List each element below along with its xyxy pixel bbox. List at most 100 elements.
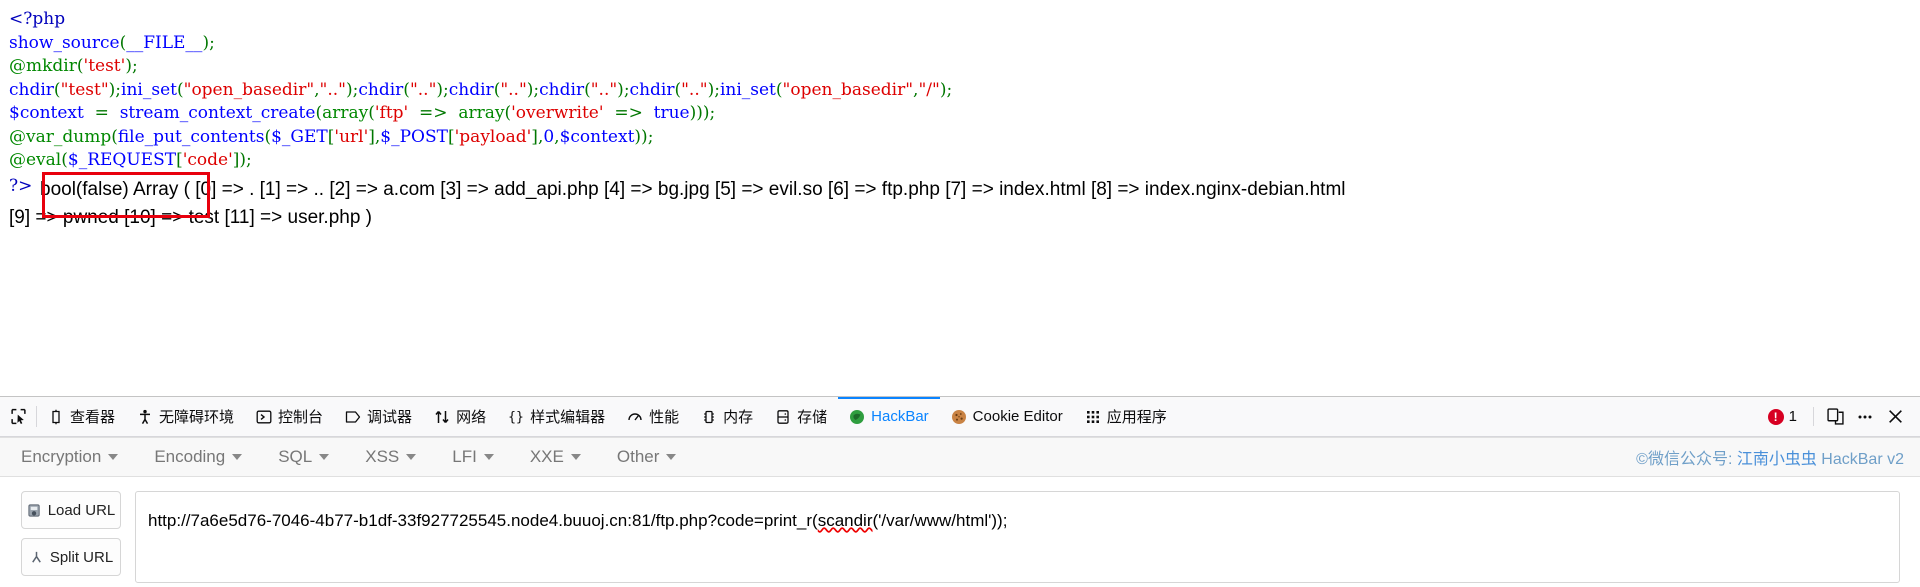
code-token: $_REQUEST — [67, 150, 177, 170]
devtools-tab-样式编辑器[interactable]: {} 样式编辑器 — [497, 397, 616, 436]
code-token: chdir — [629, 79, 675, 100]
code-token: chdir — [448, 79, 494, 100]
devtools-tab-label: 内存 — [723, 409, 754, 426]
url-text-prefix: http://7a6e5d76-7046-4b77-b1df-33f927725… — [148, 511, 818, 530]
chevron-down-icon — [570, 454, 581, 460]
error-count-button[interactable]: ! 1 — [1758, 408, 1807, 425]
load-url-button[interactable]: Load URL — [21, 491, 121, 529]
hackbar-menu-sql[interactable]: SQL — [278, 447, 330, 467]
devtools-tab-控制台[interactable]: 控制台 — [245, 397, 334, 436]
hackbar-menu-other[interactable]: Other — [617, 447, 677, 467]
chevron-down-icon — [232, 454, 243, 460]
load-url-icon — [27, 503, 42, 518]
hackbar-menu-label: XXE — [529, 447, 564, 466]
devtools-tab-label: 存储 — [797, 409, 828, 426]
devtools-tab-hackbar[interactable]: HackBar — [838, 397, 940, 436]
memory-icon — [701, 409, 717, 425]
credit-prefix: ©微信公众号: — [1636, 451, 1737, 468]
code-token: "open_basedir" — [183, 79, 315, 100]
element-picker-button[interactable] — [0, 397, 36, 436]
cookie-icon — [951, 409, 967, 425]
code-line: @eval($_REQUEST['code']); — [9, 149, 952, 173]
code-token: ( — [368, 103, 375, 123]
devtools-tab-内存[interactable]: 内存 — [690, 397, 764, 436]
code-token: ))) — [689, 103, 710, 123]
code-token: @eval — [9, 150, 62, 170]
code-token: $context — [559, 126, 635, 147]
hackbar-menubar: Encryption Encoding SQL XSS LFI XXE Other ©微信公众… — [0, 437, 1920, 477]
devtools-tab-label: HackBar — [871, 408, 929, 425]
output-line: bool(false) Array ( [0] => . [1] => .. [… — [9, 176, 1914, 204]
code-token: true — [653, 103, 690, 123]
url-input[interactable]: http://7a6e5d76-7046-4b77-b1df-33f927725… — [135, 491, 1900, 583]
code-token: @var_dump — [9, 126, 112, 147]
devtools-tab-label: 控制台 — [278, 409, 324, 426]
code-token: ( — [403, 79, 410, 100]
devtools-tab-存储[interactable]: 存储 — [764, 397, 838, 436]
code-token: ( — [61, 150, 68, 170]
code-token: ; — [209, 32, 215, 53]
devtools-tab-cookie-editor[interactable]: Cookie Editor — [940, 397, 1074, 436]
hackbar-body: Load URL Split URL http://7a6e5d76-7046-… — [0, 477, 1920, 583]
code-token: $context — [9, 103, 84, 123]
element-picker-icon — [10, 408, 26, 425]
console-icon — [256, 409, 272, 425]
code-token: [ — [176, 150, 183, 170]
code-token: ) — [125, 56, 132, 76]
code-line: $context = stream_context_create(array('… — [9, 102, 952, 126]
code-token: stream_context_create — [119, 103, 316, 123]
code-token: 'overwrite' — [511, 103, 604, 123]
code-token: ; — [131, 56, 138, 76]
devtools-tab-无障碍环境[interactable]: 无障碍环境 — [126, 397, 245, 436]
hackbar-menu-encryption[interactable]: Encryption — [21, 447, 119, 467]
hackbar-menu-label: XSS — [365, 447, 400, 466]
style-editor-icon: {} — [508, 409, 524, 425]
code-token: <?php — [9, 9, 66, 29]
code-line: show_source(__FILE__); — [9, 32, 952, 56]
more-options-icon — [1858, 415, 1872, 418]
devtools-panel: 查看器 无障碍环境 控制台 调试器 网络 {} 样式编辑器 性能 内存 存储 HackBar Cook… — [0, 396, 1920, 587]
code-token: => — [408, 103, 459, 123]
code-token: ".." — [409, 79, 437, 100]
code-token: 'ftp' — [374, 103, 409, 123]
devtools-tab-label: 应用程序 — [1106, 409, 1167, 426]
split-url-icon — [29, 550, 44, 565]
code-token: ] — [531, 126, 538, 147]
close-devtools-button[interactable] — [1880, 402, 1910, 432]
code-token: $_POST — [380, 126, 448, 147]
devtools-tab-调试器[interactable]: 调试器 — [334, 397, 423, 436]
code-token: __FILE__ — [126, 32, 203, 53]
hackbar-menu-xxe[interactable]: XXE — [530, 447, 581, 467]
code-token: array — [458, 103, 505, 123]
error-count-label: 1 — [1788, 408, 1797, 425]
devtools-tab-应用程序[interactable]: 应用程序 — [1074, 397, 1178, 436]
responsive-design-mode-button[interactable] — [1820, 402, 1850, 432]
more-options-button[interactable] — [1850, 402, 1880, 432]
hackbar-menu-lfi[interactable]: LFI — [452, 447, 494, 467]
devtools-tab-label: 性能 — [649, 409, 680, 426]
rendered-page-source: <?php show_source(__FILE__); @mkdir('test'… — [0, 0, 1920, 396]
code-token: ( — [76, 56, 84, 76]
code-token: ] — [368, 126, 375, 147]
split-url-button[interactable]: Split URL — [21, 538, 121, 576]
hackbar-menu-encoding[interactable]: Encoding — [154, 447, 243, 467]
code-token: $_GET — [271, 126, 328, 147]
devtools-tab-label: Cookie Editor — [972, 408, 1063, 425]
code-token: chdir — [539, 79, 585, 100]
toolbar-divider-2 — [1813, 407, 1814, 426]
output-indent — [9, 176, 40, 204]
hackbar-menu-label: Encoding — [154, 447, 226, 466]
code-token: @mkdir — [9, 56, 77, 76]
code-token: show_source — [9, 32, 120, 53]
devtools-tab-label: 网络 — [456, 409, 487, 426]
devtools-tab-性能[interactable]: 性能 — [616, 397, 690, 436]
chevron-down-icon — [483, 454, 494, 460]
hackbar-menu-xss[interactable]: XSS — [365, 447, 417, 467]
devtools-tab-网络[interactable]: 网络 — [423, 397, 497, 436]
code-token: ".." — [319, 79, 346, 100]
code-line: <?php — [9, 8, 952, 32]
chevron-down-icon — [108, 454, 119, 460]
split-url-label: Split URL — [49, 548, 114, 566]
credit-version: HackBar v2 — [1816, 451, 1904, 468]
devtools-tab-查看器[interactable]: 查看器 — [37, 397, 126, 436]
